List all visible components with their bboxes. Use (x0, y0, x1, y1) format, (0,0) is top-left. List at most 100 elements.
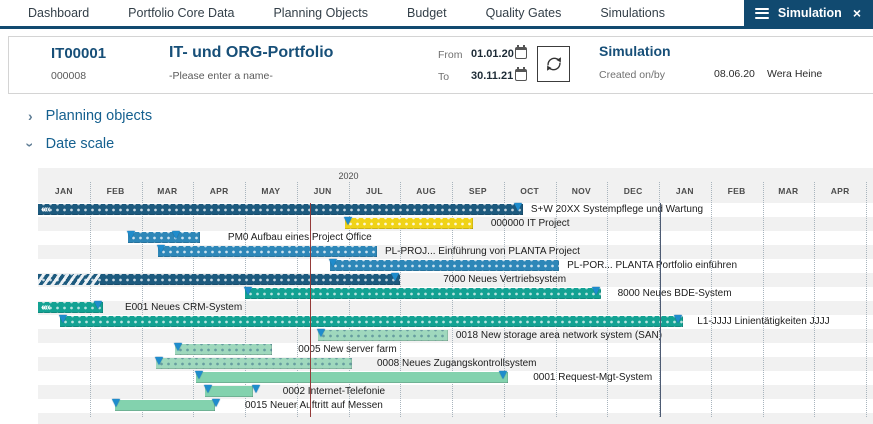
month-gridline (193, 182, 194, 417)
month-gridline (814, 182, 815, 417)
gantt-bar-label: 0015 Neuer Auftritt auf Messen (245, 400, 383, 412)
section-label: Date scale (46, 136, 115, 152)
created-by: Wera Heine (767, 68, 822, 80)
month-label: JUL (349, 186, 401, 198)
menu-icon[interactable] (755, 8, 769, 19)
milestone-icon[interactable] (514, 203, 522, 211)
nav-item-quality-gates[interactable]: Quality Gates (486, 6, 562, 20)
gantt-bar[interactable] (318, 330, 448, 341)
milestone-icon[interactable] (329, 259, 337, 267)
bar-hatch-segment (38, 274, 100, 285)
gantt-bar[interactable] (38, 274, 400, 285)
gantt-bar[interactable] (205, 386, 253, 397)
gantt-bar[interactable] (196, 372, 508, 383)
created-date: 08.06.20 (714, 68, 755, 80)
gantt-bar[interactable]: «« (38, 204, 523, 215)
gantt-bar-label: 0008 Neues Zugangskontrollsystem (377, 358, 537, 370)
tab-simulation[interactable]: Simulation × (744, 0, 873, 28)
month-label: MAR (142, 186, 194, 198)
month-gridline (90, 182, 91, 417)
nav-item-dashboard[interactable]: Dashboard (28, 6, 89, 20)
milestone-icon[interactable] (112, 399, 120, 407)
month-label: JUN (297, 186, 349, 198)
milestone-icon[interactable] (157, 245, 165, 253)
month-gridline (763, 182, 764, 417)
refresh-button[interactable] (537, 46, 570, 82)
month-label: FEB (90, 186, 142, 198)
gantt-bar-label: 0018 New storage area network system (SA… (456, 330, 662, 342)
milestone-icon[interactable] (174, 343, 182, 351)
chevron-right-icon: › (28, 109, 33, 123)
continues-left-icon: «« (41, 204, 49, 215)
to-date-field[interactable]: 30.11.21 (471, 70, 513, 82)
gantt-bar[interactable] (115, 400, 215, 411)
month-label: SEP (452, 186, 504, 198)
month-gridline (142, 182, 143, 417)
gantt-bar-label: 0005 New server farm (298, 344, 396, 356)
close-icon[interactable]: × (853, 6, 861, 20)
gantt-bar-label: 0002 Internet-Telefonie (283, 386, 385, 398)
nav-items: Dashboard Portfolio Core Data Planning Obj… (0, 0, 665, 28)
month-label: JAN (38, 186, 90, 198)
today-line (310, 203, 311, 417)
gantt-bar[interactable] (345, 218, 473, 229)
milestone-icon[interactable] (592, 287, 600, 295)
gantt-row (38, 343, 873, 357)
gantt-bar[interactable] (330, 260, 559, 271)
calendar-icon[interactable] (515, 47, 527, 59)
gantt-bar-label: 8000 Neues BDE-System (618, 288, 732, 300)
gantt-bar[interactable] (156, 358, 352, 369)
milestone-icon[interactable] (127, 231, 135, 239)
milestone-icon[interactable] (344, 217, 352, 225)
calendar-icon[interactable] (515, 69, 527, 81)
gantt-chart: 2020JANFEBMARAPRMAYJUNJULAUGSEPOCTNOVDEC… (38, 168, 873, 424)
milestone-icon[interactable] (172, 231, 180, 239)
month-label: DEC (607, 186, 659, 198)
milestone-icon[interactable] (212, 399, 220, 407)
milestone-icon[interactable] (155, 357, 163, 365)
continues-left-icon: «« (41, 302, 49, 313)
month-gridline (866, 182, 867, 417)
nav-item-planning-objects[interactable]: Planning Objects (273, 6, 368, 20)
gantt-bar-label: PM0 Aufbau eines Project Office (228, 232, 372, 244)
milestone-icon[interactable] (317, 329, 325, 337)
gantt-bar-label: 7000 Neues Vertriebsystem (443, 274, 566, 286)
nav-item-simulations[interactable]: Simulations (600, 6, 665, 20)
refresh-icon (543, 53, 565, 75)
gantt-bar-label: L1-JJJJ Linientätigkeiten JJJJ (697, 316, 829, 328)
milestone-icon[interactable] (94, 301, 102, 309)
gantt-bar[interactable] (158, 246, 377, 257)
milestone-icon[interactable] (204, 385, 212, 393)
gantt-bar[interactable] (128, 232, 200, 243)
milestone-icon[interactable] (59, 315, 67, 323)
milestone-icon[interactable] (674, 315, 682, 323)
milestone-icon[interactable] (499, 371, 507, 379)
milestone-icon[interactable] (195, 371, 203, 379)
nav-item-portfolio-core-data[interactable]: Portfolio Core Data (128, 6, 234, 20)
gantt-bar[interactable] (175, 344, 272, 355)
gantt-bar[interactable] (245, 288, 601, 299)
from-date-field[interactable]: 01.01.20 (471, 48, 514, 60)
portfolio-name-placeholder[interactable]: -Please enter a name- (169, 70, 273, 82)
portfolio-sub-id: 000008 (51, 70, 86, 82)
active-tab-label: Simulation (778, 6, 842, 20)
gantt-bar-label: PL-PROJ... Einführung von PLANTA Project (385, 246, 580, 258)
month-label: OCT (504, 186, 556, 198)
created-on-by-label: Created on/by (599, 69, 665, 81)
month-label: MAR (763, 186, 815, 198)
section-date-scale[interactable]: › Date scale (28, 136, 114, 152)
nav-item-budget[interactable]: Budget (407, 6, 447, 20)
month-label: APR (814, 186, 866, 198)
gantt-bar[interactable] (60, 316, 683, 327)
month-label: JAN (659, 186, 711, 198)
chevron-down-icon: › (23, 143, 37, 148)
gantt-bar-label: S+W 20XX Systempflege und Wartung (531, 204, 703, 216)
milestone-icon[interactable] (252, 385, 260, 393)
simulation-title: Simulation (599, 43, 671, 59)
milestone-icon[interactable] (391, 273, 399, 281)
milestone-icon[interactable] (244, 287, 252, 295)
section-planning-objects[interactable]: › Planning objects (28, 108, 152, 124)
year-label: 2020 (319, 171, 379, 181)
month-label: FEB (711, 186, 763, 198)
to-label: To (438, 71, 449, 83)
